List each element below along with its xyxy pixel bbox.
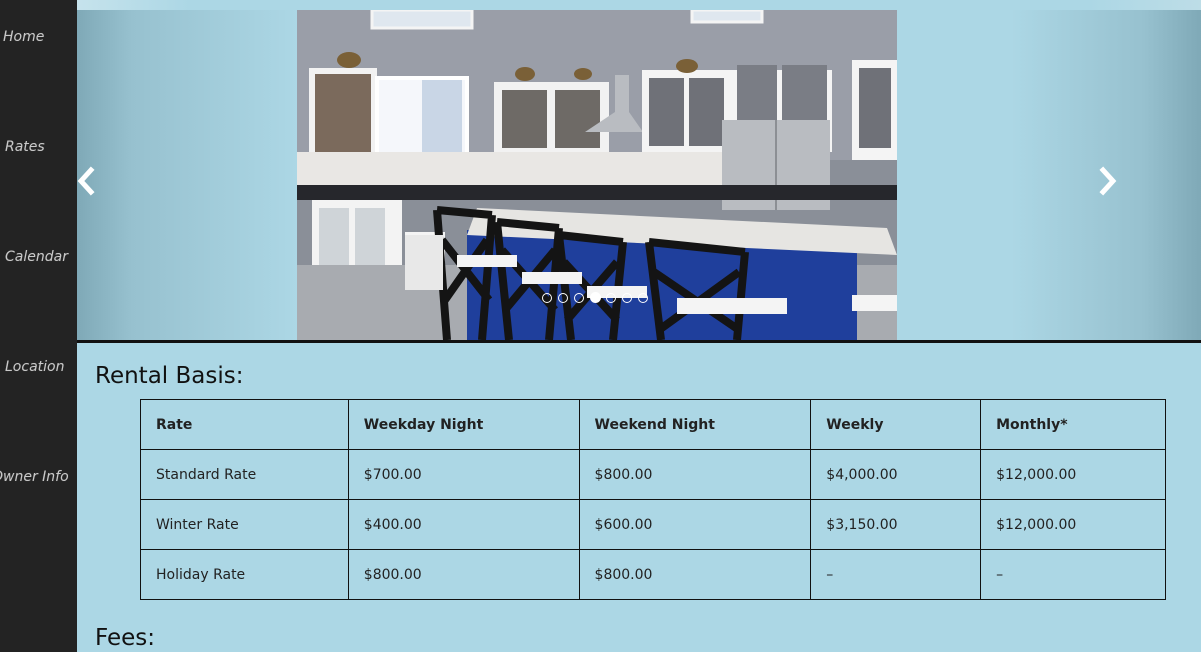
slider-dot-4[interactable] [590,291,601,303]
sidebar-nav: Home Rates Calendar Location Owner Info [0,0,77,652]
image-slider [77,0,1201,340]
rental-rates-table: Rate Weekday Night Weekend Night Weekly … [140,399,1166,600]
slider-dot-3[interactable] [574,293,584,303]
table-cell: $3,150.00 [810,499,982,550]
slider-dot-7[interactable] [638,293,648,303]
column-header: Weekly [810,399,982,450]
kitchen-photo [297,10,897,340]
slider-dot-5[interactable] [606,293,616,303]
nav-home-link[interactable]: Home [3,28,80,46]
table-row: Holiday Rate $800.00 $800.00 – – [140,549,1166,600]
slider-dot-1[interactable] [542,293,552,303]
slider-top-strip [77,0,1201,10]
table-cell: $600.00 [578,499,812,550]
fees-heading: Fees: [95,625,156,651]
column-header: Weekday Night [347,399,580,450]
table-cell: $800.00 [347,549,580,600]
table-cell: – [810,549,982,600]
nav-calendar-link[interactable]: Calendar [5,248,82,266]
table-cell: Holiday Rate [140,549,349,600]
slider-left-fade [77,10,297,340]
table-cell: $4,000.00 [810,449,982,500]
column-header: Rate [140,399,349,450]
column-header: Weekend Night [578,399,812,450]
nav-rates-link[interactable]: Rates [5,138,82,156]
rental-basis-heading: Rental Basis: [95,363,244,389]
chevron-right-icon [1099,166,1117,196]
table-cell: $800.00 [578,549,812,600]
table-cell: $400.00 [347,499,580,550]
table-cell: $800.00 [578,449,812,500]
slider-prev-button[interactable] [75,166,97,196]
section-divider [77,340,1201,343]
table-cell: Winter Rate [140,499,349,550]
table-row: Winter Rate $400.00 $600.00 $3,150.00 $1… [140,499,1166,550]
table-cell: $12,000.00 [980,499,1166,550]
table-cell: $700.00 [347,449,580,500]
nav-owner-info-link[interactable]: Owner Info [0,468,69,486]
table-cell: $12,000.00 [980,449,1166,500]
slider-dot-6[interactable] [622,293,632,303]
slider-next-button[interactable] [1097,166,1119,196]
table-header-row: Rate Weekday Night Weekend Night Weekly … [140,399,1166,450]
nav-location-link[interactable]: Location [5,358,82,376]
table-row: Standard Rate $700.00 $800.00 $4,000.00 … [140,449,1166,500]
table-cell: – [980,549,1166,600]
chevron-left-icon [77,166,95,196]
table-cell: Standard Rate [140,449,349,500]
column-header: Monthly* [980,399,1166,450]
kitchen-photo-illustration [297,10,897,340]
slider-dot-2[interactable] [558,293,568,303]
